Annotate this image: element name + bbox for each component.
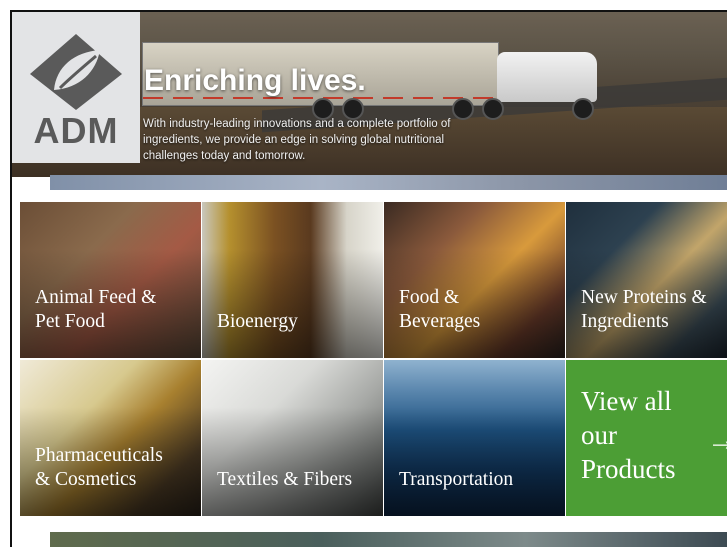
tile-bioenergy[interactable]: Bioenergy bbox=[202, 202, 383, 358]
hero-banner: ADM Enriching lives. With industry-leadi… bbox=[12, 12, 727, 177]
tile-label: Animal Feed & Pet Food bbox=[35, 287, 157, 332]
tile-label: Food & Beverages bbox=[399, 287, 481, 332]
tile-label: Pharmaceuticals & Cosmetics bbox=[35, 445, 163, 490]
tile-label: New Proteins & Ingredients bbox=[581, 287, 707, 332]
tile-label: Bioenergy bbox=[217, 311, 298, 332]
hero-bottom-strip-image bbox=[50, 175, 727, 190]
truck-wheel bbox=[572, 98, 594, 120]
product-category-grid: Animal Feed & Pet Food Bioenergy Food & Be… bbox=[20, 202, 727, 518]
view-all-products-button[interactable]: View all our Products → bbox=[566, 360, 727, 516]
hero-description: With industry-leading innovations and a … bbox=[143, 118, 451, 162]
page-frame: ADM Enriching lives. With industry-leadi… bbox=[10, 10, 727, 547]
tile-pharmaceuticals-cosmetics[interactable]: Pharmaceuticals & Cosmetics bbox=[20, 360, 201, 516]
adm-wordmark: ADM bbox=[33, 110, 119, 151]
tile-food-beverages[interactable]: Food & Beverages bbox=[384, 202, 565, 358]
adm-leaf-logo-icon bbox=[30, 34, 122, 110]
arrow-right-icon: → bbox=[707, 424, 727, 458]
truck-wheel bbox=[482, 98, 504, 120]
tile-animal-feed-pet-food[interactable]: Animal Feed & Pet Food bbox=[20, 202, 201, 358]
hero-title: Enriching lives. bbox=[144, 64, 366, 97]
view-all-label: View all our Products bbox=[581, 386, 676, 484]
truck-cab-image bbox=[497, 52, 597, 102]
tile-new-proteins-ingredients[interactable]: New Proteins & Ingredients bbox=[566, 202, 727, 358]
bottom-strip-image bbox=[50, 532, 727, 547]
tile-label: Textiles & Fibers bbox=[217, 469, 353, 490]
tile-transportation[interactable]: Transportation bbox=[384, 360, 565, 516]
tile-label: Transportation bbox=[399, 469, 514, 490]
tile-textiles-fibers[interactable]: Textiles & Fibers bbox=[202, 360, 383, 516]
adm-logo[interactable]: ADM bbox=[12, 12, 140, 163]
